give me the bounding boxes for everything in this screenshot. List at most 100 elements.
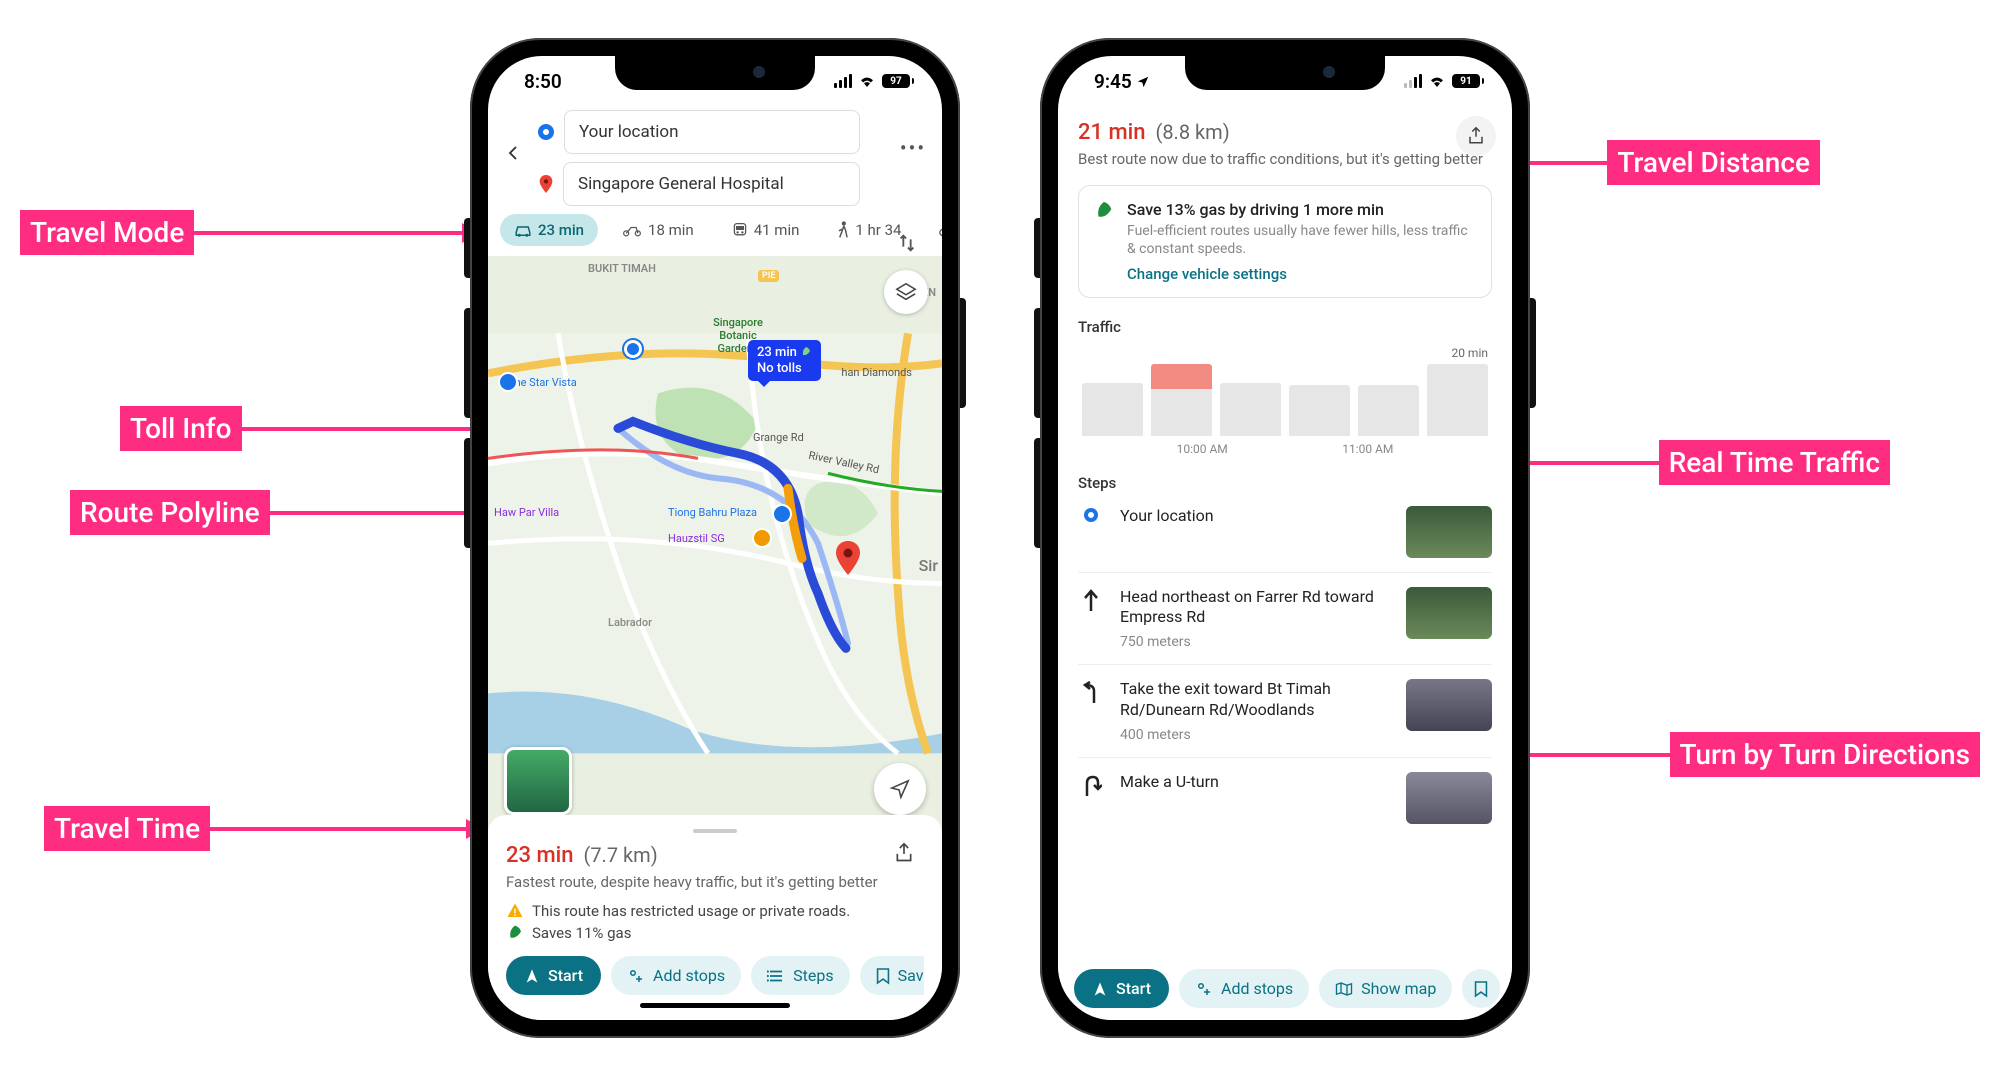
leaf-icon <box>506 924 524 942</box>
nav-arrow-icon <box>1092 981 1108 997</box>
back-button[interactable] <box>496 136 530 170</box>
add-stops-icon <box>1195 980 1213 998</box>
mode-chip-car[interactable]: 23 min <box>500 214 598 246</box>
phone-frame-left: 8:50 97 Your location Singapore Ge <box>470 38 960 1038</box>
eco-subtitle: Fuel-efficient routes usually have fewer… <box>1127 222 1477 258</box>
eco-title: Save 13% gas by driving 1 more min <box>1127 200 1477 219</box>
battery-icon: 91 <box>1452 74 1484 88</box>
swap-icon <box>896 232 918 254</box>
add-stops-button[interactable]: Add stops <box>611 956 741 995</box>
car-icon <box>514 223 532 237</box>
origin-input[interactable]: Your location <box>564 110 860 154</box>
action-row: Start Add stops Steps Sav <box>506 956 924 995</box>
cellular-icon <box>834 74 852 88</box>
step-row[interactable]: Your location <box>1078 492 1492 573</box>
route-time: 21 min <box>1078 120 1146 145</box>
route-bubble[interactable]: 23 min No tolls <box>748 340 821 381</box>
uturn-icon <box>1078 774 1104 798</box>
eco-card[interactable]: Save 13% gas by driving 1 more min Fuel-… <box>1078 185 1492 297</box>
streetview-thumbnail[interactable] <box>504 747 572 815</box>
add-stops-icon <box>627 967 645 985</box>
step-row[interactable]: Make a U-turn <box>1078 758 1492 824</box>
steps-button[interactable]: Steps <box>751 956 849 995</box>
poi-icon <box>772 504 792 524</box>
streetview-thumb[interactable] <box>1406 587 1492 639</box>
map-label: BUKIT TIMAH <box>588 262 656 275</box>
chevron-left-icon <box>504 144 522 162</box>
save-button[interactable]: Sav <box>860 956 924 995</box>
more-options-button[interactable]: ••• <box>896 136 930 160</box>
travel-mode-row: 23 min 18 min 41 min 1 hr 34 <box>488 214 942 256</box>
share-icon <box>894 842 914 864</box>
route-time: 23 min <box>506 843 574 868</box>
step-icon-origin <box>1078 508 1104 522</box>
streetview-thumb[interactable] <box>1406 772 1492 824</box>
route-summary-sheet[interactable]: 23 min (7.7 km) Fastest route, despite h… <box>488 815 942 1020</box>
location-icon <box>1136 75 1150 89</box>
destination-pin-icon <box>539 175 553 193</box>
route-warning: This route has restricted usage or priva… <box>506 902 924 920</box>
annotation-travel-mode: Travel Mode <box>20 210 480 255</box>
route-time-row: 21 min (8.8 km) <box>1078 120 1492 145</box>
map-label: Haw Par Villa <box>494 506 559 519</box>
traffic-chart[interactable]: 20 min <box>1078 346 1492 436</box>
mode-chip-bicycle[interactable] <box>925 214 942 246</box>
route-subtitle: Best route now due to traffic conditions… <box>1078 149 1492 169</box>
layers-button[interactable] <box>884 270 928 314</box>
layers-icon <box>895 281 917 303</box>
origin-dot-icon <box>538 124 554 140</box>
start-button[interactable]: Start <box>1074 969 1169 1008</box>
cellular-icon <box>1404 74 1422 88</box>
show-map-button[interactable]: Show map <box>1319 969 1452 1008</box>
poi-icon <box>752 528 772 548</box>
bookmark-icon <box>1474 980 1488 998</box>
battery-icon: 97 <box>882 74 914 88</box>
exit-left-icon <box>1078 681 1104 705</box>
map-view[interactable]: BUKIT TIMAH Singapore Botanic Gardens NO… <box>488 256 942 831</box>
swap-button[interactable] <box>890 226 924 260</box>
steps-heading: Steps <box>1078 474 1492 492</box>
route-distance: (7.7 km) <box>583 843 657 867</box>
recenter-button[interactable] <box>874 763 926 815</box>
map-label: Grange Rd <box>753 431 804 444</box>
wifi-icon <box>858 74 876 88</box>
mode-chip-motorcycle[interactable]: 18 min <box>608 214 708 246</box>
step-row[interactable]: Take the exit toward Bt Timah Rd/Dunearn… <box>1078 665 1492 758</box>
action-row: Start Add stops Show map <box>1058 957 1512 1020</box>
map-label: Labrador <box>608 616 652 629</box>
route-time-row: 23 min (7.7 km) <box>506 843 924 868</box>
streetview-thumb[interactable] <box>1406 679 1492 731</box>
clock: 9:45 <box>1094 70 1150 93</box>
map-label: Tiong Bahru Plaza <box>668 506 757 519</box>
save-button[interactable] <box>1462 969 1500 1008</box>
list-icon <box>767 968 785 984</box>
poi-icon <box>498 372 518 392</box>
leaf-icon <box>1093 200 1115 222</box>
map-label: The Star Vista <box>508 376 577 389</box>
traffic-x-axis: 10:00 AM 11:00 AM <box>1078 442 1492 456</box>
map-icon <box>1335 981 1353 997</box>
map-label: han Diamonds <box>841 366 912 379</box>
home-indicator <box>640 1003 790 1008</box>
transit-icon <box>732 222 748 238</box>
directions-header: Your location Singapore General Hospital… <box>488 106 942 214</box>
start-button[interactable]: Start <box>506 956 601 995</box>
route-eco: Saves 11% gas <box>506 924 924 942</box>
mode-chip-transit[interactable]: 41 min <box>718 214 814 246</box>
streetview-thumb[interactable] <box>1406 506 1492 558</box>
screen-left: 8:50 97 Your location Singapore Ge <box>488 56 942 1020</box>
destination-input[interactable]: Singapore General Hospital <box>563 162 860 206</box>
step-row[interactable]: Head northeast on Farrer Rd toward Empre… <box>1078 573 1492 666</box>
map-label: Sir <box>919 556 938 575</box>
sheet-handle[interactable] <box>693 829 737 833</box>
nav-arrow-icon <box>524 968 540 984</box>
share-button[interactable] <box>1456 116 1496 156</box>
destination-marker <box>836 541 860 575</box>
traffic-heading: Traffic <box>1078 318 1492 336</box>
share-button[interactable] <box>884 833 924 873</box>
bookmark-icon <box>876 967 890 985</box>
motorcycle-icon <box>622 223 642 237</box>
add-stops-button[interactable]: Add stops <box>1179 969 1309 1008</box>
eco-settings-link[interactable]: Change vehicle settings <box>1127 265 1287 283</box>
annotation-travel-time: Travel Time <box>44 806 484 851</box>
